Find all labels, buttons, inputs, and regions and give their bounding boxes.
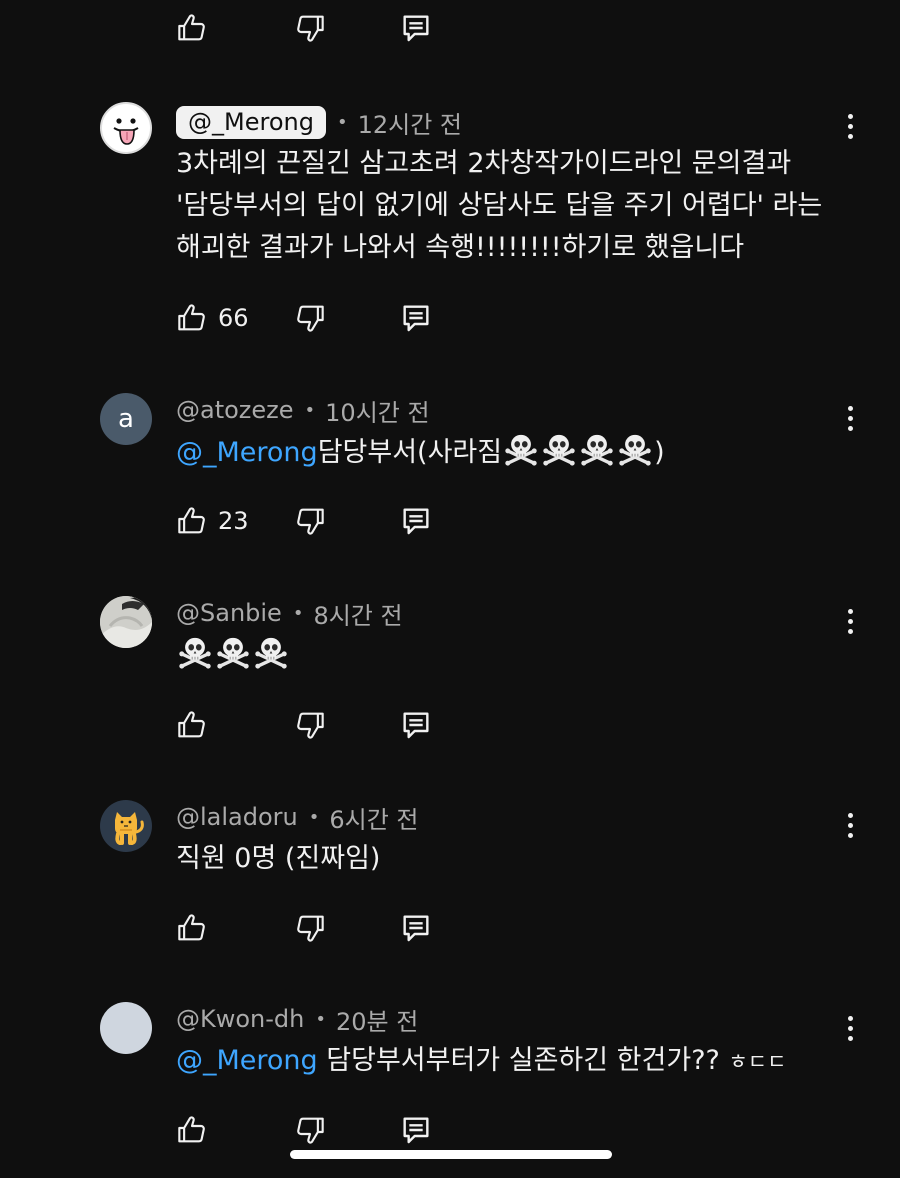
like-button[interactable]: 66 (176, 298, 249, 338)
reply-button[interactable] (400, 8, 432, 48)
avatar[interactable]: a (100, 393, 152, 445)
cat-icon (115, 812, 144, 845)
reply-button[interactable] (400, 908, 432, 948)
comment-text: @_Merong 담당부서부터가 실존하긴 한건가?? ㅎㄷㄷ (176, 1040, 856, 1083)
comment-line: 3차례의 끈질긴 삼고초려 2차창작가이드라인 문의결과 (176, 148, 792, 179)
comment-author[interactable]: @atozeze (176, 396, 294, 424)
thumbs-up-icon (176, 12, 208, 44)
reply-button[interactable] (400, 298, 432, 338)
thumbs-down-icon (294, 709, 326, 741)
thumbs-down-icon (294, 505, 326, 537)
comment-author[interactable]: @laladoru (176, 803, 298, 831)
skull-crossbones-emoji (216, 635, 250, 669)
comment-time: 6시간 전 (329, 805, 419, 834)
thumbs-down-icon (294, 912, 326, 944)
comment-line: '담당부서의 답이 없기에 상담사도 답을 주기 어렵다' 라는 (176, 190, 823, 221)
comment-text-small: ㅎㄷㄷ (728, 1050, 787, 1074)
dislike-button[interactable] (294, 705, 326, 745)
comment-time: 12시간 전 (357, 110, 462, 139)
skull-crossbones-emoji (254, 635, 288, 669)
avatar[interactable] (100, 102, 152, 154)
reply-button[interactable] (400, 1110, 432, 1150)
home-indicator[interactable] (290, 1150, 612, 1159)
separator-dot: • (292, 602, 304, 624)
comment-text-part: 담당부서부터가 실존하긴 한건가?? (317, 1045, 729, 1076)
comment-text (176, 635, 856, 677)
reply-button[interactable] (400, 501, 432, 541)
skull-crossbones-emoji (178, 635, 212, 669)
comment-time: 8시간 전 (313, 601, 403, 630)
like-count: 23 (218, 507, 249, 535)
thumbs-down-icon (294, 1114, 326, 1146)
separator-dot: • (304, 399, 316, 421)
avatar[interactable] (100, 1002, 152, 1054)
avatar-letter: a (118, 404, 134, 434)
like-button[interactable] (176, 8, 208, 48)
thumbs-up-icon (176, 709, 208, 741)
comment-thread: @_Merong • 12시간 전 3차례의 끈질긴 삼고초려 2차창작가이드라… (0, 0, 900, 1178)
comment-time: 10시간 전 (325, 398, 430, 427)
dislike-button[interactable] (294, 501, 326, 541)
more-options-button[interactable] (836, 106, 864, 146)
dislike-button[interactable] (294, 1110, 326, 1150)
tongue-face-icon (113, 118, 139, 145)
reply-button[interactable] (400, 705, 432, 745)
comment-text: 직원 0명 (진짜임) (176, 843, 381, 874)
comment-text-part: ) (654, 437, 665, 468)
like-button[interactable] (176, 908, 208, 948)
thumbs-up-icon (176, 1114, 208, 1146)
dislike-button[interactable] (294, 908, 326, 948)
comment-line: 해괴한 결과가 나와서 속행!!!!!!!!하기로 했읍니다 (176, 232, 745, 263)
thumbs-down-icon (294, 12, 326, 44)
reply-icon (400, 709, 432, 741)
avatar[interactable] (100, 596, 152, 648)
comment-text: @_Merong담당부서(사라짐) (176, 432, 856, 474)
reply-icon (400, 912, 432, 944)
skull-crossbones-emoji (542, 432, 576, 466)
separator-dot: • (315, 1008, 326, 1030)
dislike-button[interactable] (294, 8, 326, 48)
avatar[interactable] (100, 800, 152, 852)
skull-crossbones-emoji (580, 432, 614, 466)
separator-dot: • (336, 111, 348, 133)
comment-text-part: 담당부서(사라짐 (317, 437, 503, 468)
like-button[interactable] (176, 1110, 208, 1150)
reply-icon (400, 12, 432, 44)
separator-dot: • (308, 806, 320, 828)
mention-link[interactable]: @_Merong (176, 437, 318, 468)
comment-text: 3차례의 끈질긴 삼고초려 2차창작가이드라인 문의결과 '담당부서의 답이 없… (176, 143, 856, 269)
thumbs-up-icon (176, 912, 208, 944)
skull-crossbones-emoji (504, 432, 538, 466)
reply-icon (400, 302, 432, 334)
thumbs-up-icon (176, 302, 208, 334)
mention-link[interactable]: @_Merong (176, 1045, 318, 1076)
like-button[interactable] (176, 705, 208, 745)
comment-time: 20분 전 (336, 1007, 419, 1036)
thumbs-down-icon (294, 302, 326, 334)
thumbs-up-icon (176, 505, 208, 537)
like-button[interactable]: 23 (176, 501, 249, 541)
comment-author[interactable]: @_Merong (176, 105, 326, 139)
avatar-photo (100, 596, 152, 648)
skull-crossbones-emoji (618, 432, 652, 466)
comment-author[interactable]: @Kwon-dh (176, 1005, 304, 1033)
reply-icon (400, 1114, 432, 1146)
dislike-button[interactable] (294, 298, 326, 338)
comment-author[interactable]: @Sanbie (176, 599, 282, 627)
like-count: 66 (218, 304, 249, 332)
reply-icon (400, 505, 432, 537)
